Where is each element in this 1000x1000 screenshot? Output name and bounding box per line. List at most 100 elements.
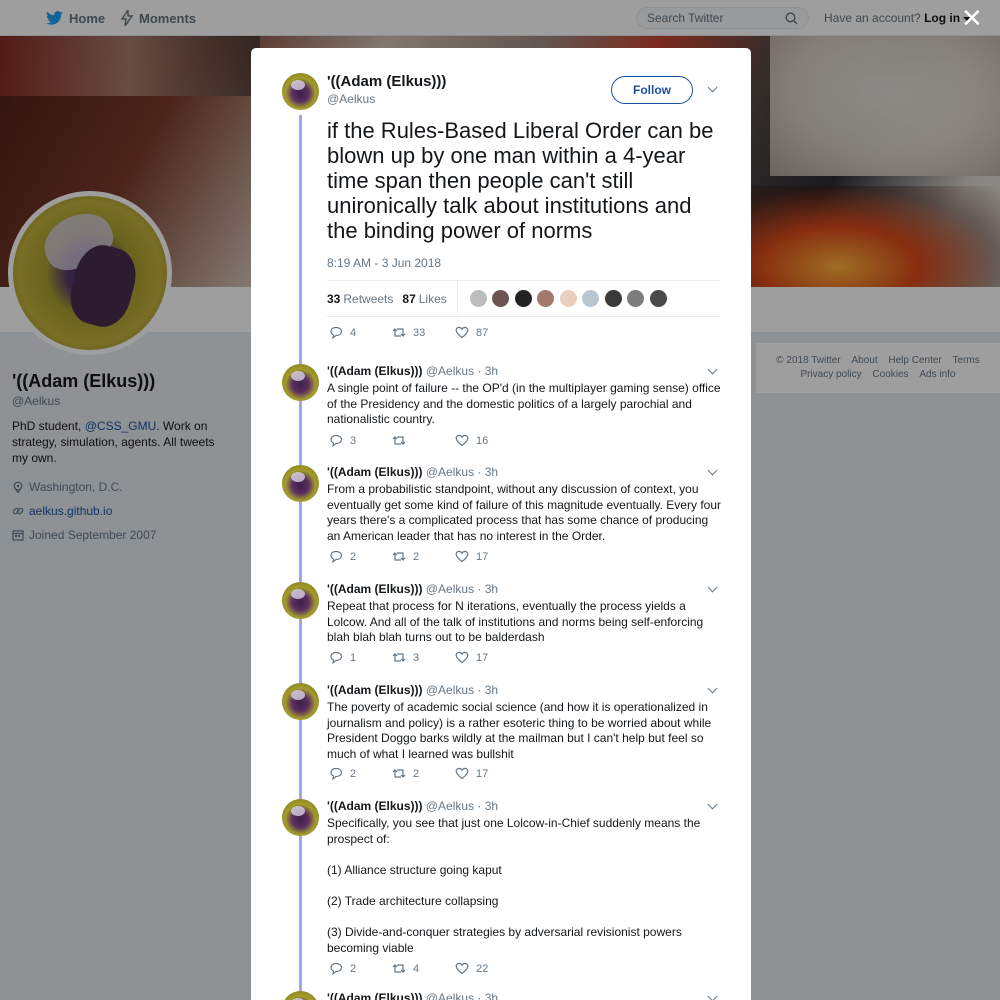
- avatar[interactable]: [282, 582, 319, 619]
- tweet-text: Repeat that process for N iterations, ev…: [327, 599, 721, 646]
- tweet-paragraph: A single point of failure -- the OP'd (i…: [327, 381, 721, 427]
- avatar[interactable]: [282, 991, 319, 1000]
- tweet-paragraph: (2) Trade architecture collapsing: [327, 893, 499, 908]
- liker-avatar[interactable]: [469, 290, 487, 307]
- thread-connector-line: [299, 115, 302, 1000]
- tweet-author-name[interactable]: '((Adam (Elkus))): [327, 799, 423, 813]
- tweet-author-name[interactable]: '((Adam (Elkus))): [327, 582, 423, 596]
- reply-button[interactable]: 2: [329, 962, 392, 975]
- like-count[interactable]: 87: [402, 292, 415, 306]
- heart-icon: [455, 651, 469, 664]
- tweet-time[interactable]: · 3h: [477, 683, 498, 697]
- avatar[interactable]: [282, 73, 319, 110]
- retweet-icon: [392, 653, 406, 662]
- like-count: 16: [476, 434, 489, 447]
- reply-count: 1: [350, 651, 357, 664]
- tweet-modal: '((Adam (Elkus))) @Aelkus Follow if the …: [251, 48, 751, 1000]
- tweet-author-handle[interactable]: @Aelkus: [426, 582, 474, 596]
- retweet-count: 4: [413, 962, 420, 975]
- tweet-author-handle[interactable]: @Aelkus: [426, 364, 474, 378]
- heart-icon: [455, 767, 469, 780]
- tweet-paragraph: Repeat that process for N iterations, ev…: [327, 599, 704, 645]
- avatar[interactable]: [282, 683, 319, 720]
- retweet-button[interactable]: 3: [392, 651, 455, 664]
- reply-count: 2: [350, 767, 357, 780]
- liker-avatar[interactable]: [559, 290, 577, 307]
- tweet-actions: 3 16: [329, 434, 518, 447]
- like-button[interactable]: 17: [455, 651, 518, 664]
- liker-avatar[interactable]: [649, 290, 667, 307]
- tweet-author-handle[interactable]: @Aelkus: [426, 799, 474, 813]
- tweet-header: '((Adam (Elkus))) @Aelkus · 3h: [327, 364, 498, 378]
- tweet-time[interactable]: · 3h: [477, 991, 498, 1000]
- main-tweet-text: if the Rules-Based Liberal Order can be …: [327, 118, 714, 243]
- reply-button[interactable]: 2: [329, 767, 392, 780]
- tweet-paragraph: (1) Alliance structure going kaput: [327, 862, 502, 877]
- liker-avatar[interactable]: [604, 290, 622, 307]
- chevron-down-icon[interactable]: [708, 993, 718, 1000]
- tweet-author-name[interactable]: '((Adam (Elkus))): [327, 683, 423, 697]
- like-button[interactable]: 87: [455, 326, 518, 339]
- main-tweet-handle[interactable]: @Aelkus: [327, 92, 375, 106]
- liker-avatar[interactable]: [492, 290, 510, 307]
- main-tweet-actions: 4 33 87: [329, 326, 518, 339]
- retweet-label[interactable]: Retweets: [343, 292, 393, 306]
- tweet-author-name[interactable]: '((Adam (Elkus))): [327, 991, 423, 1000]
- chevron-down-icon[interactable]: [708, 84, 718, 94]
- avatar[interactable]: [282, 465, 319, 502]
- tweet-time[interactable]: · 3h: [477, 364, 498, 378]
- reply-button[interactable]: 1: [329, 651, 392, 664]
- chevron-down-icon[interactable]: [708, 801, 718, 811]
- tweet-author-name[interactable]: '((Adam (Elkus))): [327, 465, 423, 479]
- heart-icon: [455, 962, 469, 975]
- liker-avatar[interactable]: [537, 290, 555, 307]
- retweet-button[interactable]: 2: [392, 767, 455, 780]
- chevron-down-icon[interactable]: [708, 467, 718, 477]
- retweet-count-action: 33: [413, 326, 426, 339]
- tweet-header: '((Adam (Elkus))) @Aelkus · 3h: [327, 465, 498, 479]
- close-icon[interactable]: ✕: [961, 5, 983, 31]
- liker-avatar[interactable]: [627, 290, 645, 307]
- tweet-text: From a probabilistic standpoint, without…: [327, 482, 721, 544]
- tweet-author-handle[interactable]: @Aelkus: [426, 465, 474, 479]
- reply-count: 3: [350, 434, 357, 447]
- reply-count: 2: [350, 550, 357, 563]
- reply-button[interactable]: 4: [329, 326, 392, 339]
- retweet-count: 2: [413, 550, 420, 563]
- tweet-time[interactable]: · 3h: [477, 799, 498, 813]
- retweet-button[interactable]: 4: [392, 962, 455, 975]
- chevron-down-icon[interactable]: [708, 685, 718, 695]
- retweet-button[interactable]: 33: [392, 326, 455, 339]
- retweet-button[interactable]: 2: [392, 550, 455, 563]
- tweet-author-handle[interactable]: @Aelkus: [426, 683, 474, 697]
- like-button[interactable]: 22: [455, 962, 518, 975]
- tweet-time[interactable]: · 3h: [477, 465, 498, 479]
- tweet-author-handle[interactable]: @Aelkus: [426, 991, 474, 1000]
- liker-avatar[interactable]: [514, 290, 532, 307]
- reply-button[interactable]: 3: [329, 434, 392, 447]
- tweet-text: Specifically, you see that just one Lolc…: [327, 816, 721, 956]
- chevron-down-icon[interactable]: [708, 366, 718, 376]
- retweet-button[interactable]: [392, 434, 455, 447]
- tweet-actions: 2 2 17: [329, 767, 518, 780]
- chevron-down-icon[interactable]: [708, 584, 718, 594]
- reply-icon: [330, 434, 343, 447]
- follow-button[interactable]: Follow: [611, 76, 693, 104]
- like-button[interactable]: 17: [455, 767, 518, 780]
- main-tweet-name[interactable]: '((Adam (Elkus))): [327, 73, 446, 90]
- tweet-header: '((Adam (Elkus))) @Aelkus · 3h: [327, 582, 498, 596]
- liker-avatar[interactable]: [582, 290, 600, 307]
- avatar[interactable]: [282, 799, 319, 836]
- tweet-author-name[interactable]: '((Adam (Elkus))): [327, 364, 423, 378]
- tweet-time[interactable]: · 3h: [477, 582, 498, 596]
- like-label[interactable]: Likes: [419, 292, 447, 306]
- main-tweet-timestamp[interactable]: 8:19 AM - 3 Jun 2018: [327, 256, 441, 270]
- like-button[interactable]: 17: [455, 550, 518, 563]
- like-count-action: 87: [476, 326, 489, 339]
- reply-button[interactable]: 2: [329, 550, 392, 563]
- retweet-count[interactable]: 33: [327, 292, 340, 306]
- tweet-header: '((Adam (Elkus))) @Aelkus · 3h: [327, 991, 498, 1000]
- like-button[interactable]: 16: [455, 434, 518, 447]
- avatar[interactable]: [282, 364, 319, 401]
- tweet-paragraph: Specifically, you see that just one Lolc…: [327, 816, 701, 846]
